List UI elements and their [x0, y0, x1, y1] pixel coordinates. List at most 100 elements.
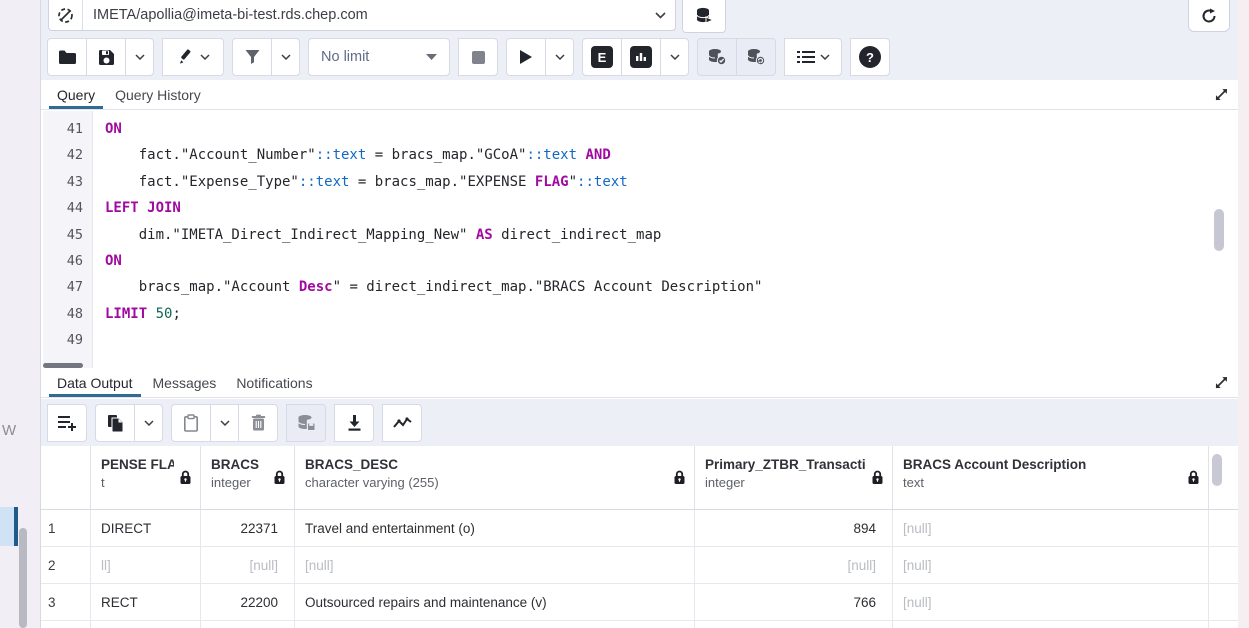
panel-splitter[interactable] [14, 507, 18, 546]
graph-visualiser-button[interactable] [382, 403, 422, 442]
execute-options-chevron[interactable] [545, 38, 574, 76]
copy-button[interactable] [95, 403, 135, 442]
row-number-cell[interactable]: 1 [41, 510, 91, 546]
line-number: 48 [66, 305, 83, 322]
grid-scrollbar-thumb[interactable] [1212, 454, 1222, 486]
add-row-button[interactable] [47, 403, 87, 442]
refresh-icon [1200, 7, 1218, 25]
explain-analyze-icon [630, 46, 652, 68]
code-line: ON [105, 121, 122, 137]
column-type: character varying (255) [305, 475, 439, 490]
refresh-connection-button[interactable] [1188, 0, 1230, 32]
left-scrollbar-thumb[interactable] [19, 528, 27, 628]
column-header[interactable]: BRACS integer [201, 446, 295, 509]
commit-button[interactable] [697, 38, 737, 76]
data-cell[interactable]: [null] [893, 621, 1209, 628]
execute-query-button[interactable] [506, 38, 546, 76]
data-cell[interactable]: Outsourced repairs and maintenance (v) [295, 584, 695, 620]
column-header[interactable]: PENSE FLAG t [91, 446, 201, 509]
data-cell[interactable]: [null] [695, 547, 893, 583]
data-cell[interactable]: 28160 [201, 621, 295, 628]
grid-corner-cell[interactable] [41, 446, 91, 509]
line-number: 43 [66, 173, 83, 190]
code-area[interactable]: ON fact."Account_Number"::text = bracs_m… [93, 111, 1238, 368]
table-row: 2 ll] [null] [null] [null] [null] [41, 547, 1238, 584]
table-row: 4NE28160Lease interest1258[null] [41, 621, 1238, 628]
data-cell[interactable]: Lease interest [295, 621, 695, 628]
explain-button[interactable]: E [582, 38, 622, 76]
connection-icon [49, 0, 83, 30]
tab-query-history[interactable]: Query History [105, 80, 211, 109]
chevron-down-icon [554, 54, 565, 60]
filter-options-chevron[interactable] [271, 38, 300, 76]
data-cell[interactable]: 766 [695, 584, 893, 620]
data-cell[interactable]: 1258 [695, 621, 893, 628]
data-cell[interactable]: 22371 [201, 510, 295, 546]
row-number-cell[interactable]: 4 [41, 621, 91, 628]
data-cell[interactable]: ll] [91, 547, 201, 583]
data-cell[interactable]: [null] [201, 547, 295, 583]
column-header[interactable]: Primary_ZTBR_TransactionCodeinteger [695, 446, 893, 509]
delete-row-button[interactable] [238, 403, 278, 442]
new-connection-button[interactable] [682, 0, 726, 33]
filter-button[interactable] [232, 38, 272, 76]
tab-messages[interactable]: Messages [143, 368, 227, 397]
code-line: dim."IMETA_Direct_Indirect_Mapping_New" … [105, 226, 662, 243]
expand-output-button[interactable] [1204, 368, 1238, 397]
explain-analyze-button[interactable] [621, 38, 661, 76]
data-cell[interactable]: RECT [91, 584, 201, 620]
open-file-button[interactable] [47, 38, 87, 76]
data-cell[interactable]: 894 [695, 510, 893, 546]
data-cell[interactable]: NE [91, 621, 201, 628]
data-cell[interactable]: DIRECT [91, 510, 201, 546]
tab-notifications[interactable]: Notifications [226, 368, 322, 397]
line-number: 45 [66, 226, 83, 243]
expand-editor-button[interactable] [1204, 80, 1238, 109]
rollback-icon [746, 48, 766, 66]
row-limit-value: No limit [321, 49, 370, 65]
row-number-cell[interactable]: 3 [41, 584, 91, 620]
results-toolbar [41, 399, 1238, 446]
column-type: text [903, 475, 924, 490]
query-tool-panel: IMETA/apollia@imeta-bi-test.rds.chep.com [40, 0, 1238, 628]
paste-button[interactable] [171, 403, 211, 442]
column-type: integer [211, 475, 251, 490]
line-number: 47 [66, 279, 83, 296]
edit-button[interactable] [162, 38, 224, 76]
download-results-button[interactable] [334, 403, 374, 442]
left-panel-text: W [2, 422, 17, 439]
tab-data-output[interactable]: Data Output [47, 368, 143, 397]
macros-button[interactable] [784, 38, 842, 76]
column-header[interactable]: BRACS Account Description text [893, 446, 1209, 509]
copy-options-chevron[interactable] [134, 403, 163, 442]
data-cell[interactable]: [null] [893, 547, 1209, 583]
save-data-changes-button[interactable] [286, 403, 326, 442]
left-panel-selection [0, 507, 14, 546]
explain-icon: E [591, 46, 613, 68]
save-options-chevron[interactable] [125, 38, 154, 76]
row-limit-select[interactable]: No limit [308, 38, 450, 76]
cancel-query-button[interactable] [458, 38, 498, 76]
results-grid: PENSE FLAG t BRACS integer BRACS_DESCcharact… [41, 446, 1238, 628]
save-file-button[interactable] [86, 38, 126, 76]
data-cell[interactable]: [null] [893, 510, 1209, 546]
chevron-down-icon [645, 11, 675, 19]
editor-scrollbar-thumb[interactable] [1214, 209, 1224, 251]
help-button[interactable]: ? [850, 38, 890, 76]
data-cell[interactable]: [null] [893, 584, 1209, 620]
data-cell[interactable]: Travel and entertainment (o) [295, 510, 695, 546]
row-number-cell[interactable]: 2 [41, 547, 91, 583]
list-icon [796, 50, 815, 64]
save-icon [98, 49, 115, 66]
paste-options-chevron[interactable] [210, 403, 239, 442]
column-header[interactable]: BRACS_DESC character varying (255) [295, 446, 695, 509]
explain-options-chevron[interactable] [660, 38, 689, 76]
data-cell[interactable]: [null] [295, 547, 695, 583]
connection-select[interactable]: IMETA/apollia@imeta-bi-test.rds.chep.com [48, 0, 676, 31]
data-cell[interactable]: 22200 [201, 584, 295, 620]
tab-query[interactable]: Query [47, 80, 105, 109]
tab-messages-label: Messages [152, 374, 217, 391]
sql-editor[interactable]: 41 42 43 44 45 46 47 48 49 ON fact."Account_Numb… [41, 111, 1238, 368]
rollback-button[interactable] [736, 38, 776, 76]
